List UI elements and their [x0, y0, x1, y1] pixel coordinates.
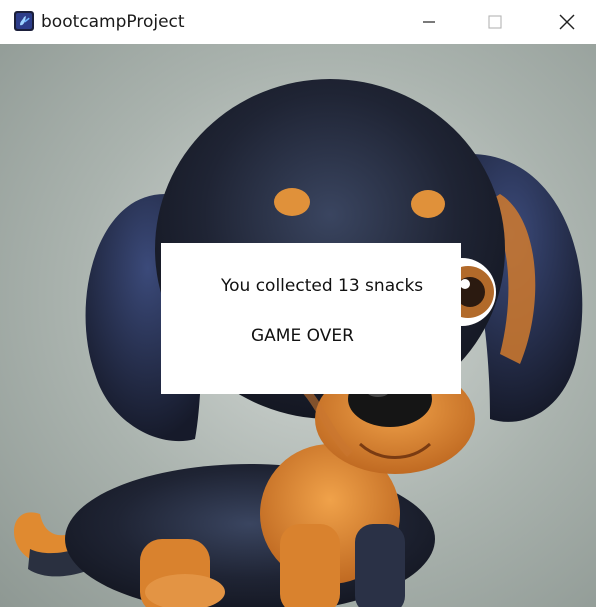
maximize-button[interactable]	[466, 0, 524, 44]
game-over-text: GAME OVER	[251, 326, 354, 346]
window-title: bootcampProject	[41, 12, 185, 32]
game-canvas[interactable]: You collected 13 snacks GAME OVER	[0, 44, 596, 607]
close-button[interactable]	[538, 0, 596, 44]
title-bar[interactable]: bootcampProject	[0, 0, 596, 44]
snack-count-message: You collected 13 snacks	[221, 276, 424, 296]
app-icon	[14, 11, 34, 31]
app-window: bootcampProject You collected 13 snacks …	[0, 0, 596, 607]
minimize-icon	[423, 21, 435, 23]
minimize-button[interactable]	[400, 0, 458, 44]
game-over-dialog: You collected 13 snacks GAME OVER	[161, 243, 461, 394]
maximize-icon	[488, 15, 502, 29]
close-icon	[559, 14, 575, 30]
